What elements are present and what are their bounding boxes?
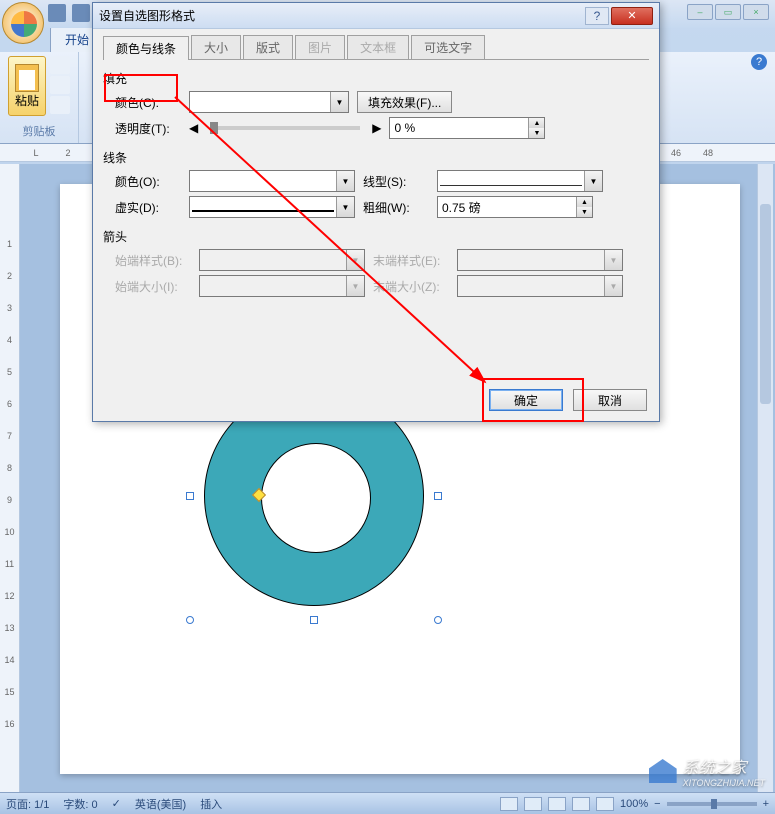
cut-icon[interactable] <box>50 56 70 74</box>
view-draft-icon[interactable] <box>596 797 614 811</box>
resize-handle-br[interactable] <box>434 616 442 624</box>
status-page[interactable]: 页面: 1/1 <box>6 796 49 812</box>
line-dash-label: 虚实(D): <box>115 199 181 216</box>
dialog-title: 设置自选图形格式 <box>99 7 585 24</box>
line-section-title: 线条 <box>103 149 649 166</box>
watermark-url: XITONGZHIJIA.NET <box>683 778 765 788</box>
qat-undo-icon[interactable] <box>72 4 90 22</box>
begin-style-combo: ▼ <box>199 249 365 271</box>
scroll-thumb[interactable] <box>760 204 771 404</box>
fill-color-label: 颜色(C): <box>115 94 181 111</box>
paste-label: 粘贴 <box>15 92 39 109</box>
arrows-section-title: 箭头 <box>103 228 649 245</box>
view-outline-icon[interactable] <box>572 797 590 811</box>
tab-size[interactable]: 大小 <box>191 35 241 59</box>
line-weight-spinner[interactable]: 0.75 磅 ▲▼ <box>437 196 593 218</box>
paste-icon <box>15 64 39 92</box>
dialog-close-button[interactable]: ✕ <box>611 7 653 25</box>
tab-textbox: 文本框 <box>347 35 409 59</box>
help-icon[interactable]: ? <box>751 54 767 70</box>
end-size-label: 末端大小(Z): <box>373 278 449 295</box>
cancel-button[interactable]: 取消 <box>573 389 647 411</box>
transparency-spinner[interactable]: 0 % ▲▼ <box>389 117 545 139</box>
format-painter-icon[interactable] <box>50 96 70 114</box>
group-label-clipboard: 剪贴板 <box>8 123 70 139</box>
dialog-tabstrip: 颜色与线条 大小 版式 图片 文本框 可选文字 <box>103 35 649 60</box>
qat-save-icon[interactable] <box>48 4 66 22</box>
status-proofing-icon[interactable]: ✓ <box>112 797 121 810</box>
chevron-down-icon: ▼ <box>330 92 348 112</box>
quick-access-toolbar <box>48 4 90 22</box>
vertical-ruler: 12345678910111213141516 <box>0 164 20 792</box>
status-insert-mode[interactable]: 插入 <box>200 796 222 812</box>
fill-color-combo[interactable]: ▼ <box>189 91 349 113</box>
end-style-label: 末端样式(E): <box>373 252 449 269</box>
vertical-scrollbar[interactable] <box>757 164 773 792</box>
begin-size-label: 始端大小(I): <box>115 278 191 295</box>
office-button[interactable] <box>2 2 44 44</box>
watermark: 系统之家 XITONGZHIJIA.NET <box>649 754 765 788</box>
begin-style-label: 始端样式(B): <box>115 252 191 269</box>
chevron-down-icon: ▼ <box>336 171 354 191</box>
paste-button[interactable]: 粘贴 <box>8 56 46 116</box>
status-bar: 页面: 1/1 字数: 0 ✓ 英语(美国) 插入 100% − + <box>0 792 775 814</box>
line-weight-value: 0.75 磅 <box>442 199 481 216</box>
resize-handle-l[interactable] <box>186 492 194 500</box>
clipboard-group: 粘贴 剪贴板 <box>0 52 79 143</box>
line-weight-label: 粗细(W): <box>363 199 429 216</box>
minimize-button[interactable]: – <box>687 4 713 20</box>
line-color-label: 颜色(O): <box>115 173 181 190</box>
ok-button[interactable]: 确定 <box>489 389 563 411</box>
transparency-slider[interactable] <box>210 126 360 130</box>
view-web-icon[interactable] <box>548 797 566 811</box>
restore-button[interactable]: ▭ <box>715 4 741 20</box>
status-words[interactable]: 字数: 0 <box>63 796 97 812</box>
fill-section-title: 填充 <box>103 70 649 87</box>
line-style-label: 线型(S): <box>363 173 429 190</box>
zoom-in-button[interactable]: + <box>763 798 769 810</box>
chevron-down-icon: ▼ <box>336 197 354 217</box>
format-autoshape-dialog: 设置自选图形格式 ? ✕ 颜色与线条 大小 版式 图片 文本框 可选文字 填充 … <box>92 2 660 422</box>
end-style-combo: ▼ <box>457 249 623 271</box>
view-fullscreen-icon[interactable] <box>524 797 542 811</box>
word-app-window: – ▭ × 开始 粘贴 剪贴板 ? L2444648 <box>0 0 775 814</box>
resize-handle-b[interactable] <box>310 616 318 624</box>
fill-effects-button[interactable]: 填充效果(F)... <box>357 91 452 113</box>
transparency-label: 透明度(T): <box>115 120 181 137</box>
view-print-layout-icon[interactable] <box>500 797 518 811</box>
zoom-slider[interactable] <box>667 802 757 806</box>
end-size-combo: ▼ <box>457 275 623 297</box>
dialog-titlebar[interactable]: 设置自选图形格式 ? ✕ <box>93 3 659 29</box>
close-window-button[interactable]: × <box>743 4 769 20</box>
zoom-level[interactable]: 100% <box>620 798 648 810</box>
watermark-brand: 系统之家 <box>683 754 765 778</box>
resize-handle-bl[interactable] <box>186 616 194 624</box>
tab-colors-lines[interactable]: 颜色与线条 <box>103 36 189 60</box>
resize-handle-r[interactable] <box>434 492 442 500</box>
status-language[interactable]: 英语(美国) <box>135 796 186 812</box>
tab-layout[interactable]: 版式 <box>243 35 293 59</box>
chevron-down-icon: ▼ <box>584 171 602 191</box>
line-style-combo[interactable]: ▼ <box>437 170 603 192</box>
tab-picture: 图片 <box>295 35 345 59</box>
line-dash-combo[interactable]: ▼ <box>189 196 355 218</box>
window-controls: – ▭ × <box>687 4 769 20</box>
dialog-help-button[interactable]: ? <box>585 7 609 25</box>
transparency-value: 0 % <box>394 121 415 135</box>
dialog-button-row: 确定 取消 <box>489 389 647 411</box>
watermark-logo-icon <box>649 759 677 783</box>
zoom-out-button[interactable]: − <box>654 798 660 810</box>
copy-icon[interactable] <box>50 76 70 94</box>
line-color-combo[interactable]: ▼ <box>189 170 355 192</box>
begin-size-combo: ▼ <box>199 275 365 297</box>
tab-alt-text[interactable]: 可选文字 <box>411 35 485 59</box>
